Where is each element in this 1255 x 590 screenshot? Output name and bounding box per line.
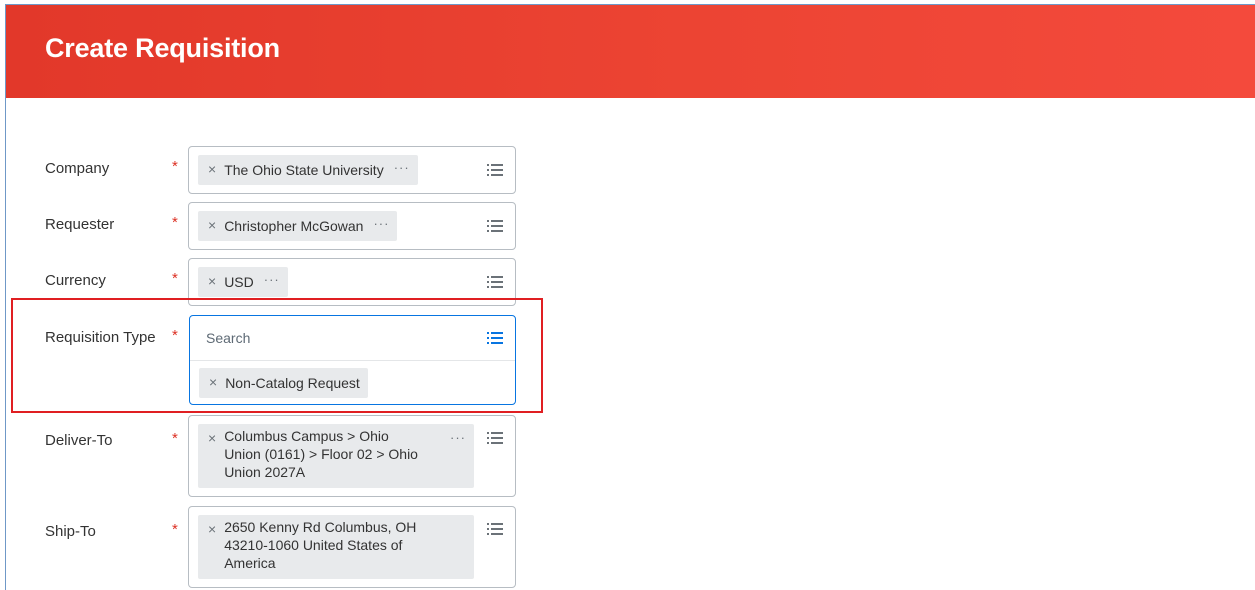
ship-to-required-marker: * [172,521,178,538]
remove-requester-icon[interactable]: × [208,217,216,233]
search-divider [190,360,515,361]
requisition-type-list-icon[interactable] [487,331,503,345]
ship-to-value: 2650 Kenny Rd Columbus, OH 43210-1060 Un… [224,519,417,571]
remove-company-icon[interactable]: × [208,161,216,177]
requisition-type-value: Non-Catalog Request [225,375,360,391]
remove-requisition-type-icon[interactable]: × [209,374,217,390]
currency-label: Currency [45,272,106,289]
remove-ship-to-icon[interactable]: × [208,521,216,537]
requisition-type-selected-pill: × Non-Catalog Request [199,368,368,398]
requester-list-icon[interactable] [487,219,503,233]
currency-required-marker: * [172,270,178,287]
company-required-marker: * [172,158,178,175]
remove-deliver-to-icon[interactable]: × [208,430,216,446]
deliver-to-more-options-icon[interactable]: ··· [450,431,466,445]
remove-currency-icon[interactable]: × [208,273,216,289]
deliver-to-selected-pill: × Columbus Campus > Ohio Union (0161) > … [198,424,474,488]
company-value: The Ohio State University [224,162,384,178]
deliver-to-list-icon[interactable] [487,431,503,445]
currency-list-icon[interactable] [487,275,503,289]
company-list-icon[interactable] [487,163,503,177]
requisition-type-label: Requisition Type [45,329,156,346]
ship-to-selected-pill: × 2650 Kenny Rd Columbus, OH 43210-1060 … [198,515,474,579]
company-selected-pill: × The Ohio State University ··· [198,155,418,185]
deliver-to-field[interactable]: × Columbus Campus > Ohio Union (0161) > … [188,415,516,497]
requester-required-marker: * [172,214,178,231]
deliver-to-value: Columbus Campus > Ohio Union (0161) > Fl… [224,428,418,480]
requester-selected-pill: × Christopher McGowan ··· [198,211,398,241]
deliver-to-label: Deliver-To [45,432,113,449]
ship-to-label: Ship-To [45,523,96,540]
requester-field[interactable]: × Christopher McGowan ··· [188,202,516,250]
requester-label: Requester [45,216,115,233]
requester-more-options-icon[interactable]: ··· [373,217,389,231]
deliver-to-required-marker: * [172,430,178,447]
company-field[interactable]: × The Ohio State University ··· [188,146,516,194]
company-more-options-icon[interactable]: ··· [394,161,410,175]
currency-selected-pill: × USD ··· [198,267,288,297]
page-header: Create Requisition [6,5,1255,98]
requester-value: Christopher McGowan [224,218,364,234]
company-label: Company [45,160,110,177]
requisition-type-required-marker: * [172,327,178,344]
ship-to-list-icon[interactable] [487,522,503,536]
currency-value: USD [224,274,254,290]
ship-to-field[interactable]: × 2650 Kenny Rd Columbus, OH 43210-1060 … [188,506,516,588]
currency-more-options-icon[interactable]: ··· [264,273,280,287]
requisition-type-field[interactable]: × Non-Catalog Request [189,315,516,405]
requisition-type-search-input[interactable] [190,316,515,360]
page-title: Create Requisition [45,33,280,63]
